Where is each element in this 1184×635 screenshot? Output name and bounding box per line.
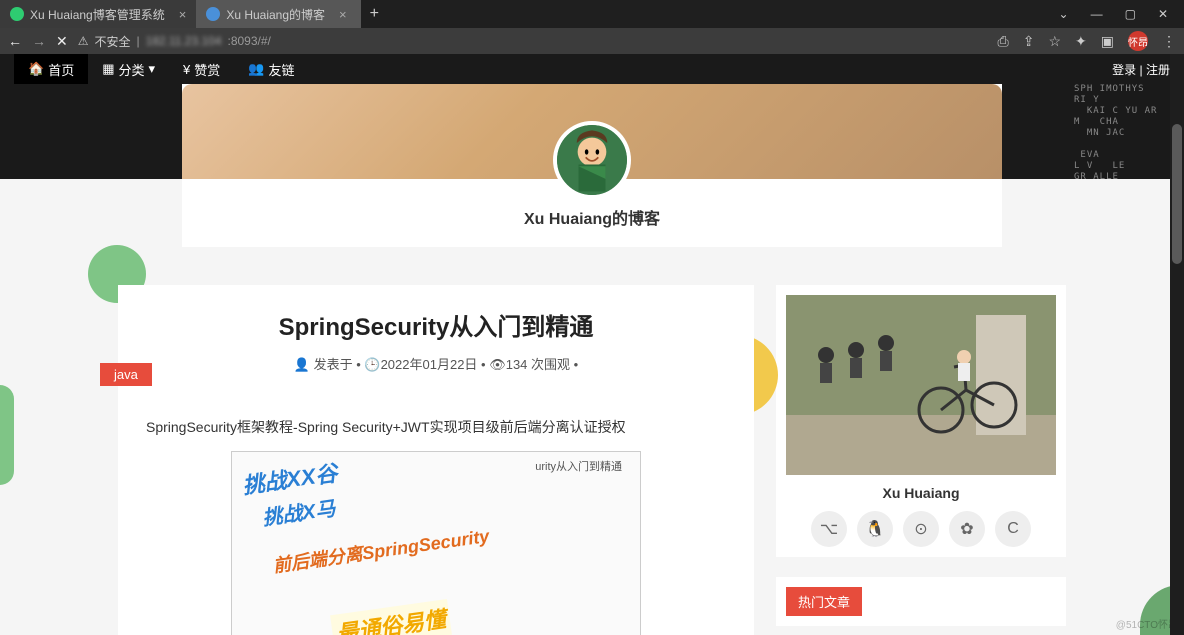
nav-friends-label: 友链 — [268, 60, 294, 79]
yen-icon: ¥ — [183, 62, 190, 77]
url-host: 182.11.23.104 — [146, 34, 222, 48]
url-path: :8093/#/ — [228, 34, 271, 48]
weibo-icon[interactable]: ⊙ — [903, 511, 939, 547]
meta-views: 134 次围观 — [506, 357, 570, 372]
profile-cover-image — [786, 295, 1056, 475]
bookmark-icon[interactable]: ☆ — [1048, 33, 1061, 50]
thumb-title: urity从入门到精通 — [535, 458, 622, 474]
stop-button[interactable]: ✕ — [56, 33, 68, 50]
profile-card: Xu Huaiang ⌥ 🐧 ⊙ ✿ C — [776, 285, 1066, 557]
meta-date: 2022年01月22日 — [381, 357, 478, 372]
watermark: @51CTO怀昂 — [1116, 616, 1178, 631]
address-bar[interactable]: ⚠ 不安全 | 182.11.23.104:8093/#/ — [78, 33, 988, 50]
nav-donate-label: 赞赏 — [194, 60, 220, 79]
hot-articles-card: 热门文章 — [776, 577, 1066, 626]
c-icon[interactable]: C — [995, 511, 1031, 547]
caret-down-icon[interactable]: ⌄ — [1059, 7, 1069, 21]
new-tab-button[interactable]: + — [361, 0, 387, 28]
thumb-text-2: 挑战X马 — [260, 492, 337, 531]
forward-button: → — [32, 33, 46, 49]
thumb-text-4: 最通俗易懂 — [330, 599, 452, 635]
blog-header-card: Xu Huaiang的博客 — [182, 84, 1002, 247]
qq-icon[interactable]: 🐧 — [857, 511, 893, 547]
extensions-icon[interactable]: ✦ — [1075, 33, 1087, 50]
profile-username: Xu Huaiang — [786, 485, 1056, 501]
user-icon: 👤 — [294, 357, 310, 372]
tab-favicon — [10, 7, 24, 21]
register-link[interactable]: 注册 — [1146, 63, 1170, 77]
eye-icon: 👁 — [489, 357, 506, 372]
maximize-button[interactable]: ▢ — [1125, 7, 1136, 21]
grid-icon: ▦ — [102, 61, 114, 77]
hot-articles-label: 热门文章 — [786, 587, 862, 616]
article-desc: SpringSecurity框架教程-Spring Security+JWT实现… — [146, 417, 726, 437]
tab-title: Xu Huaiang的博客 — [226, 6, 325, 23]
wechat-icon[interactable]: ✿ — [949, 511, 985, 547]
article-tag[interactable]: java — [100, 363, 152, 386]
nav-sep: | — [1136, 63, 1146, 77]
article-title[interactable]: SpringSecurity从入门到精通 — [146, 307, 726, 342]
tab-favicon — [206, 7, 220, 21]
users-icon: 👥 — [248, 61, 264, 77]
minimize-button[interactable]: — — [1091, 7, 1103, 21]
article-card: SpringSecurity从入门到精通 👤 发表于 • 🕒2022年01月22… — [118, 285, 754, 635]
insecure-label: 不安全 — [95, 33, 131, 50]
nav-categories-label: 分类 — [119, 60, 145, 79]
nav-categories[interactable]: ▦ 分类 ▾ — [88, 54, 169, 84]
sidepanel-icon[interactable]: ▣ — [1101, 33, 1114, 50]
close-window-button[interactable]: ✕ — [1158, 7, 1168, 21]
meta-prefix: 发表于 — [314, 357, 353, 372]
nav-friends[interactable]: 👥 友链 — [234, 54, 308, 84]
scrollbar-track[interactable] — [1170, 54, 1184, 635]
blog-title: Xu Huaiang的博客 — [182, 205, 1002, 229]
tab-title: Xu Huaiang博客管理系统 — [30, 6, 165, 23]
back-button[interactable]: ← — [8, 33, 22, 49]
profile-avatar[interactable]: 怀昂 — [1128, 31, 1148, 51]
insecure-icon: ⚠ — [78, 34, 89, 48]
browser-tab-0[interactable]: Xu Huaiang博客管理系统 × — [0, 0, 196, 28]
home-icon: 🏠 — [28, 61, 44, 77]
translate-icon[interactable]: ⎙ — [998, 33, 1009, 50]
article-thumbnail[interactable]: urity从入门到精通 挑战XX谷 挑战X马 前后端分离SpringSecuri… — [231, 451, 641, 635]
clock-icon: 🕒 — [364, 357, 380, 372]
chevron-down-icon: ▾ — [149, 61, 156, 77]
blog-avatar[interactable] — [553, 121, 631, 199]
nav-home[interactable]: 🏠 首页 — [14, 54, 88, 84]
nav-donate[interactable]: ¥ 赞赏 — [169, 54, 234, 84]
share-icon[interactable]: ⇪ — [1023, 33, 1035, 50]
background-text-art: SPH IMOTHYS RI Y KAI C YU AR M CHA MN JA… — [1074, 84, 1184, 183]
menu-icon[interactable]: ⋮ — [1162, 33, 1176, 50]
github-icon[interactable]: ⌥ — [811, 511, 847, 547]
thumb-text-3: 前后端分离SpringSecurity — [271, 522, 491, 578]
site-navbar: 🏠 首页 ▦ 分类 ▾ ¥ 赞赏 👥 友链 登录 | 注册 — [0, 54, 1184, 84]
article-meta: 👤 发表于 • 🕒2022年01月22日 • 👁134 次围观 • — [146, 354, 726, 373]
close-icon[interactable]: × — [339, 7, 347, 22]
login-link[interactable]: 登录 — [1112, 63, 1136, 77]
close-icon[interactable]: × — [179, 7, 187, 22]
scrollbar-thumb[interactable] — [1172, 124, 1182, 264]
nav-home-label: 首页 — [48, 60, 74, 79]
browser-tab-1[interactable]: Xu Huaiang的博客 × — [196, 0, 361, 28]
decor-left-arc — [0, 385, 14, 485]
